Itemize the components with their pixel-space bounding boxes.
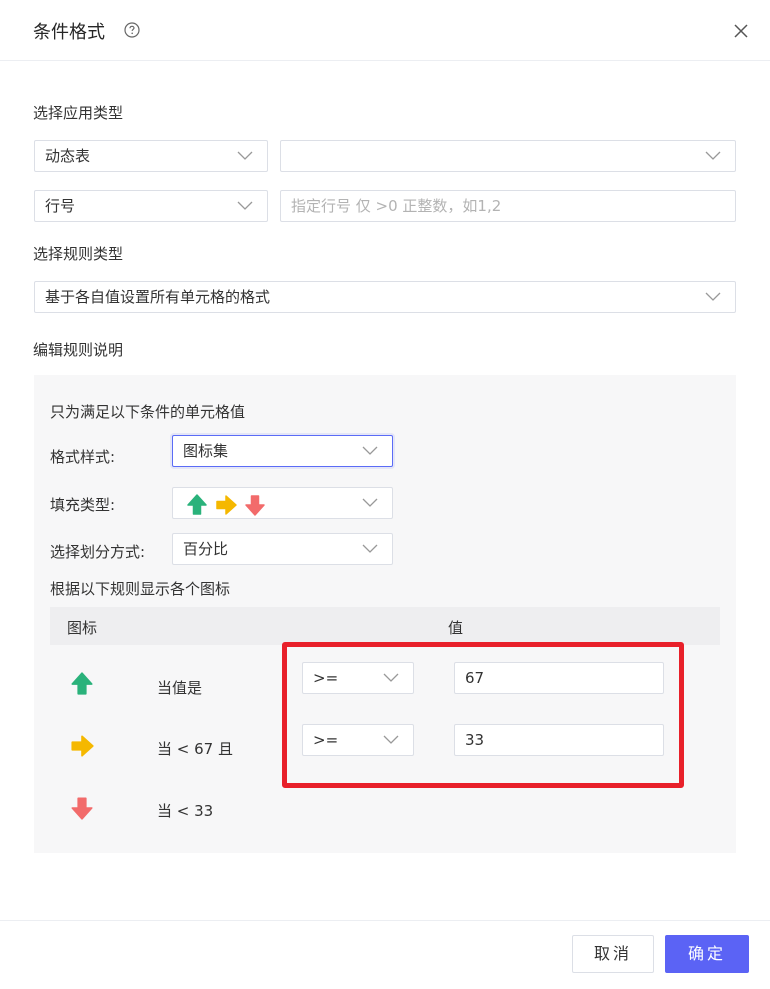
row-number-placeholder: 指定行号 仅 >0 正整数，如1,2 [291, 197, 502, 215]
format-style-label: 格式样式: [50, 448, 116, 466]
dialog-footer [0, 920, 770, 989]
rules-heading: 根据以下规则显示各个图标 [50, 580, 231, 598]
panel-heading: 只为满足以下条件的单元格值 [50, 403, 246, 421]
highlight-box [282, 642, 684, 788]
chevron-down-icon [237, 201, 253, 210]
fill-type-label: 填充类型: [50, 496, 116, 514]
apply-target-select[interactable] [280, 140, 736, 172]
arrow-down-icon [245, 495, 265, 516]
chevron-down-icon [362, 498, 378, 507]
arrow-down-icon [71, 797, 93, 820]
row-number-input[interactable]: 指定行号 仅 >0 正整数，如1,2 [280, 190, 736, 222]
division-label: 选择划分方式: [50, 543, 146, 561]
row-type-select-value: 行号 [45, 197, 76, 215]
chevron-down-icon [237, 151, 253, 160]
help-icon[interactable] [124, 22, 140, 38]
division-select[interactable]: 百分比 [172, 533, 393, 565]
edit-rule-label: 编辑规则说明 [33, 341, 124, 359]
apply-type-label: 选择应用类型 [33, 104, 124, 122]
rule-condition-text: 当 < 67 且 [157, 740, 233, 758]
conditional-format-dialog: 条件格式 选择应用类型 动态表 行号 指定行号 仅 >0 正整数，如1,2 选择… [0, 0, 770, 988]
format-style-value: 图标集 [183, 442, 229, 460]
chevron-down-icon [362, 544, 378, 553]
arrow-right-icon [216, 495, 237, 515]
chevron-down-icon [705, 151, 721, 160]
rule-type-select[interactable]: 基于各自值设置所有单元格的格式 [34, 281, 736, 313]
rule-type-label: 选择规则类型 [33, 245, 124, 263]
confirm-button[interactable]: 确定 [665, 935, 749, 973]
fill-type-select[interactable] [172, 487, 393, 519]
dialog-title: 条件格式 [33, 22, 105, 43]
dialog-header: 条件格式 [0, 0, 770, 61]
apply-type-select-value: 动态表 [45, 147, 91, 165]
row-type-select[interactable]: 行号 [34, 190, 268, 222]
close-icon[interactable] [732, 22, 750, 40]
column-header-value: 值 [448, 619, 464, 637]
icon-rules-table-header: 图标 值 [50, 607, 720, 645]
rule-type-select-value: 基于各自值设置所有单元格的格式 [45, 288, 271, 306]
arrow-up-icon [71, 672, 93, 695]
arrow-right-icon [71, 735, 94, 757]
division-value: 百分比 [183, 540, 229, 558]
rule-condition-text: 当值是 [157, 679, 203, 697]
rule-condition-text: 当 < 33 [157, 802, 214, 820]
chevron-down-icon [362, 446, 378, 455]
chevron-down-icon [705, 292, 721, 301]
apply-type-select[interactable]: 动态表 [34, 140, 268, 172]
cancel-button[interactable]: 取消 [572, 935, 654, 973]
arrow-up-icon [187, 494, 207, 515]
format-style-select[interactable]: 图标集 [172, 435, 393, 467]
column-header-icon: 图标 [67, 619, 98, 637]
